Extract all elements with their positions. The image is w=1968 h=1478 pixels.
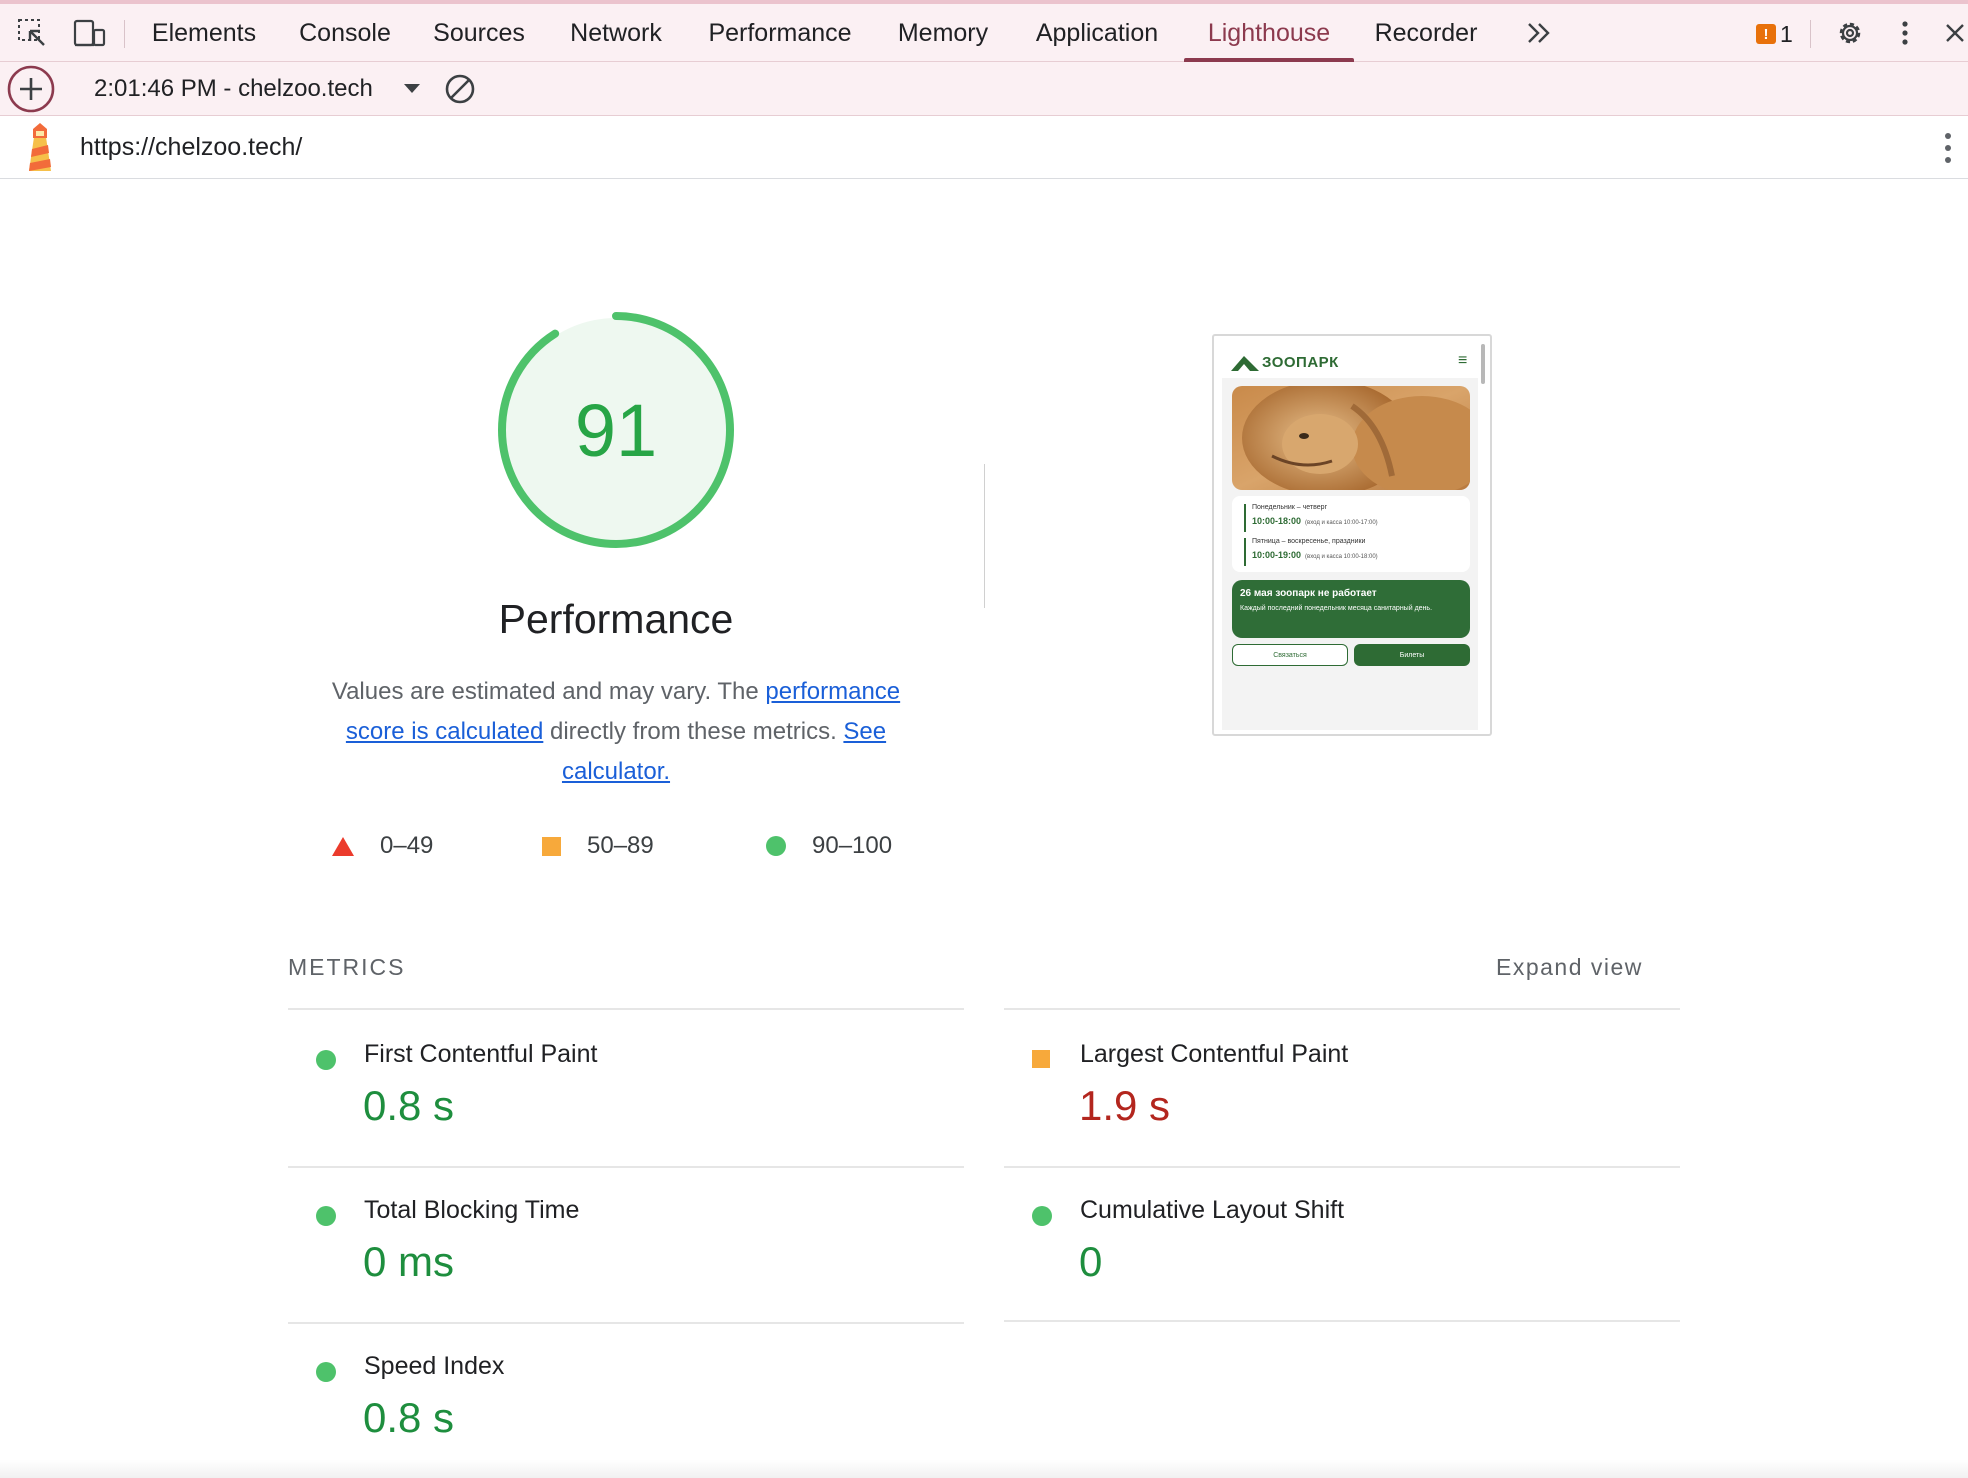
- metric-name: Cumulative Layout Shift: [1080, 1196, 1345, 1224]
- legend-pass: 90–100: [766, 830, 892, 862]
- performance-gauge[interactable]: 91: [492, 306, 740, 554]
- report-selector-label: 2:01:46 PM - chelzoo.tech: [94, 75, 373, 102]
- bottom-shadow: [0, 1460, 1968, 1478]
- fail-triangle-icon: [332, 836, 354, 856]
- metric-speed-index: Speed Index 0.8 s: [288, 1322, 964, 1460]
- metric-name: Largest Contentful Paint: [1080, 1040, 1349, 1068]
- screenshot-header: ЗООПАРК ≡: [1222, 342, 1478, 378]
- gauge-title: Performance: [498, 596, 734, 642]
- card-accent-bar: [1244, 504, 1246, 532]
- legend-fail: 0–49: [332, 830, 433, 862]
- metric-value: 0: [1079, 1238, 1103, 1285]
- tab-elements[interactable]: Elements: [144, 4, 264, 62]
- score-description: Values are estimated and may vary. The p…: [300, 672, 932, 792]
- hours-row2-time: 10:00-19:00 (вход и касса 10:00-18:00): [1252, 550, 1378, 560]
- metric-value: 0 ms: [363, 1238, 455, 1285]
- hours-row1-label: Понедельник – четверг: [1252, 504, 1328, 511]
- tab-memory[interactable]: Memory: [888, 4, 998, 62]
- report-selector[interactable]: 2:01:46 PM - chelzoo.tech: [94, 62, 373, 116]
- metric-value: 1.9 s: [1079, 1082, 1171, 1129]
- close-icon[interactable]: [1942, 4, 1968, 62]
- tab-performance[interactable]: Performance: [696, 4, 864, 62]
- pass-circle-icon: [316, 1362, 336, 1382]
- screenshot-scrollbar: [1481, 344, 1485, 384]
- alert-title: 26 мая зоопарк не работает: [1240, 588, 1377, 599]
- metric-first-contentful-paint: First Contentful Paint 0.8 s: [288, 1010, 964, 1166]
- hamburger-menu-icon: ≡: [1458, 352, 1468, 369]
- metric-name: First Contentful Paint: [364, 1040, 598, 1068]
- contact-button: Связаться: [1232, 644, 1348, 666]
- metric-name: Total Blocking Time: [364, 1196, 580, 1224]
- metrics-header: METRICS: [288, 954, 406, 980]
- report-menu-icon[interactable]: [1936, 116, 1960, 179]
- legend-average: 50–89: [542, 830, 654, 862]
- report-url: https://chelzoo.tech/: [80, 133, 303, 161]
- expand-view-toggle[interactable]: Expand view: [1496, 954, 1643, 981]
- pass-circle-icon: [766, 836, 786, 856]
- pass-circle-icon: [1032, 1206, 1052, 1226]
- tab-recorder[interactable]: Recorder: [1368, 4, 1484, 62]
- tabbar-separator: [124, 20, 125, 48]
- hours-row2-label: Пятница – воскресенье, праздники: [1252, 538, 1366, 545]
- performance-score: 91: [574, 388, 658, 472]
- clear-reports-icon[interactable]: [442, 62, 478, 116]
- settings-gear-icon[interactable]: [1832, 4, 1868, 62]
- tabbar-separator: [1810, 20, 1811, 48]
- metric-cumulative-layout-shift: Cumulative Layout Shift 0: [1004, 1166, 1680, 1322]
- final-screenshot[interactable]: ЗООПАРК ≡ Понедельник – четверг 10:00-18…: [1212, 334, 1492, 736]
- metric-divider: [1004, 1320, 1680, 1322]
- zoo-logo-icon: [1231, 356, 1259, 371]
- description-text-middle: directly from these metrics.: [543, 718, 844, 745]
- inspect-element-icon[interactable]: [14, 4, 50, 62]
- average-square-icon: [1032, 1050, 1050, 1068]
- screenshot-logo: ЗООПАРК: [1262, 354, 1339, 371]
- closure-alert: 26 мая зоопарк не работает Каждый послед…: [1232, 580, 1470, 638]
- legend-average-range: 50–89: [587, 832, 654, 859]
- issues-count: 1: [1780, 20, 1793, 47]
- alert-text: Каждый последний понедельник месяца сани…: [1240, 605, 1433, 612]
- lighthouse-toolbar: 2:01:46 PM - chelzoo.tech: [0, 62, 1968, 116]
- metric-largest-contentful-paint: Largest Contentful Paint 1.9 s: [1004, 1010, 1680, 1166]
- report-url-bar: https://chelzoo.tech/: [0, 116, 1968, 179]
- legend-pass-range: 90–100: [812, 832, 893, 859]
- dropdown-caret-icon[interactable]: [404, 84, 420, 93]
- lighthouse-logo-icon: [20, 120, 60, 176]
- pass-circle-icon: [316, 1050, 336, 1070]
- tab-sources[interactable]: Sources: [424, 4, 534, 62]
- metric-value: 0.8 s: [363, 1394, 455, 1441]
- device-toolbar-icon[interactable]: [70, 4, 108, 62]
- more-options-icon[interactable]: [1890, 4, 1920, 62]
- pass-circle-icon: [316, 1206, 336, 1226]
- metric-value: 0.8 s: [363, 1082, 455, 1129]
- opening-hours-card: Понедельник – четверг 10:00-18:00 (вход и…: [1232, 496, 1470, 572]
- issues-icon: !: [1756, 24, 1776, 44]
- tab-console[interactable]: Console: [286, 4, 404, 62]
- tab-application[interactable]: Application: [1022, 4, 1172, 62]
- average-square-icon: [542, 836, 561, 856]
- new-report-plus-icon[interactable]: [6, 64, 56, 114]
- legend-fail-range: 0–49: [380, 832, 434, 859]
- tab-network[interactable]: Network: [556, 4, 676, 62]
- card-accent-bar: [1244, 538, 1246, 566]
- description-text: Values are estimated and may vary. The: [331, 678, 766, 705]
- metric-total-blocking-time: Total Blocking Time 0 ms: [288, 1166, 964, 1322]
- tickets-button: Билеты: [1354, 644, 1470, 666]
- devtools-tabbar: Elements Console Sources Network Perform…: [0, 0, 1968, 62]
- issues-button[interactable]: ! 1: [1756, 20, 1793, 47]
- metric-name: Speed Index: [364, 1352, 505, 1380]
- lion-photo: [1232, 386, 1470, 490]
- vertical-divider: [984, 464, 985, 608]
- more-tabs-chevron-icon[interactable]: [1522, 4, 1556, 62]
- screenshot-page: ЗООПАРК ≡ Понедельник – четверг 10:00-18…: [1222, 342, 1478, 730]
- hours-row1-time: 10:00-18:00 (вход и касса 10:00-17:00): [1252, 516, 1378, 526]
- tab-lighthouse[interactable]: Lighthouse: [1184, 4, 1354, 62]
